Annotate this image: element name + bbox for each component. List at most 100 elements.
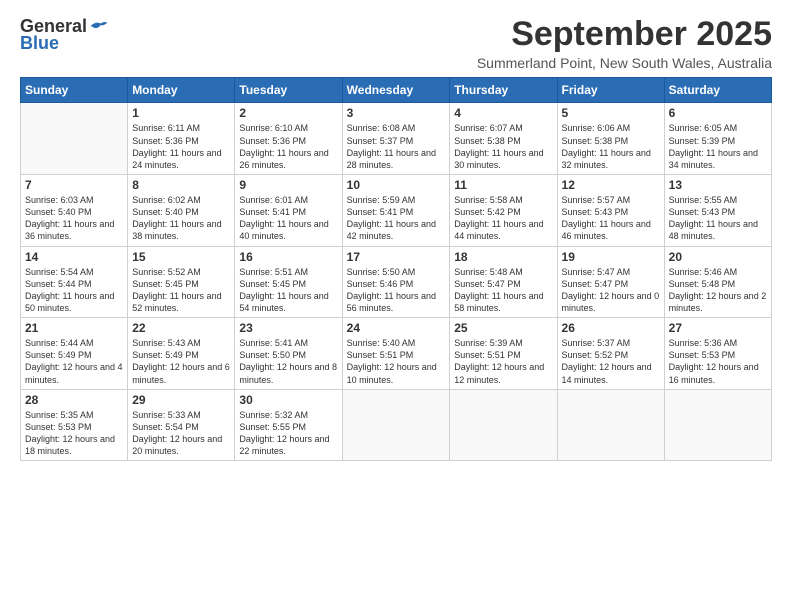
day-number: 4: [454, 106, 552, 120]
day-info-text: Sunrise: 6:11 AM Sunset: 5:36 PM Dayligh…: [132, 122, 230, 171]
day-number: 28: [25, 393, 123, 407]
day-number: 24: [347, 321, 446, 335]
day-info-text: Sunrise: 5:52 AM Sunset: 5:45 PM Dayligh…: [132, 266, 230, 315]
day-info-text: Sunrise: 5:55 AM Sunset: 5:43 PM Dayligh…: [669, 194, 767, 243]
header-friday: Friday: [557, 78, 664, 103]
day-number: 22: [132, 321, 230, 335]
day-number: 11: [454, 178, 552, 192]
header-tuesday: Tuesday: [235, 78, 342, 103]
day-info-text: Sunrise: 5:50 AM Sunset: 5:46 PM Dayligh…: [347, 266, 446, 315]
calendar-cell-0-0: [21, 103, 128, 175]
day-number: 26: [562, 321, 660, 335]
day-number: 18: [454, 250, 552, 264]
day-info-text: Sunrise: 5:59 AM Sunset: 5:41 PM Dayligh…: [347, 194, 446, 243]
day-number: 16: [239, 250, 337, 264]
calendar-cell-1-1: 8Sunrise: 6:02 AM Sunset: 5:40 PM Daylig…: [128, 174, 235, 246]
calendar-cell-4-4: [450, 389, 557, 461]
calendar-table: Sunday Monday Tuesday Wednesday Thursday…: [20, 77, 772, 461]
calendar-cell-4-5: [557, 389, 664, 461]
calendar-cell-4-2: 30 Sunrise: 5:32 AM Sunset: 5:55 PM Dayli…: [235, 389, 342, 461]
calendar-cell-0-4: 4 Sunrise: 6:07 AM Sunset: 5:38 PM Daylig…: [450, 103, 557, 175]
day-info-text: Sunrise: 5:48 AM Sunset: 5:47 PM Dayligh…: [454, 266, 552, 315]
calendar-cell-4-1: 29 Sunrise: 5:33 AM Sunset: 5:54 PM Dayli…: [128, 389, 235, 461]
day-info-text: Sunrise: 5:32 AM Sunset: 5:55 PM Dayligh…: [239, 409, 337, 458]
day-number: 20: [669, 250, 767, 264]
day-info-text: Sunrise: 5:36 AM Sunset: 5:53 PM Dayligh…: [669, 337, 767, 386]
week-row-1: 1Sunrise: 6:11 AM Sunset: 5:36 PM Daylig…: [21, 103, 772, 175]
day-info-text: Sunrise: 5:58 AM Sunset: 5:42 PM Dayligh…: [454, 194, 552, 243]
day-info-text: Sunrise: 6:01 AM Sunset: 5:41 PM Dayligh…: [239, 194, 337, 243]
calendar-cell-0-5: 5 Sunrise: 6:06 AM Sunset: 5:38 PM Daylig…: [557, 103, 664, 175]
calendar-cell-2-2: 16 Sunrise: 5:51 AM Sunset: 5:45 PM Dayli…: [235, 246, 342, 318]
calendar-cell-3-4: 25Sunrise: 5:39 AM Sunset: 5:51 PM Dayli…: [450, 318, 557, 390]
day-number: 29: [132, 393, 230, 407]
logo-blue: Blue: [20, 33, 59, 54]
day-number: 3: [347, 106, 446, 120]
header-thursday: Thursday: [450, 78, 557, 103]
week-row-5: 28 Sunrise: 5:35 AM Sunset: 5:53 PM Dayli…: [21, 389, 772, 461]
calendar-cell-0-2: 2 Sunrise: 6:10 AM Sunset: 5:36 PM Daylig…: [235, 103, 342, 175]
header-wednesday: Wednesday: [342, 78, 450, 103]
calendar-cell-1-3: 10 Sunrise: 5:59 AM Sunset: 5:41 PM Dayli…: [342, 174, 450, 246]
calendar-cell-3-0: 21Sunrise: 5:44 AM Sunset: 5:49 PM Dayli…: [21, 318, 128, 390]
day-number: 13: [669, 178, 767, 192]
weekday-header-row: Sunday Monday Tuesday Wednesday Thursday…: [21, 78, 772, 103]
calendar-cell-1-2: 9 Sunrise: 6:01 AM Sunset: 5:41 PM Daylig…: [235, 174, 342, 246]
week-row-2: 7 Sunrise: 6:03 AM Sunset: 5:40 PM Daylig…: [21, 174, 772, 246]
calendar-cell-0-6: 6 Sunrise: 6:05 AM Sunset: 5:39 PM Daylig…: [664, 103, 771, 175]
header-monday: Monday: [128, 78, 235, 103]
day-info-text: Sunrise: 6:06 AM Sunset: 5:38 PM Dayligh…: [562, 122, 660, 171]
day-info-text: Sunrise: 6:03 AM Sunset: 5:40 PM Dayligh…: [25, 194, 123, 243]
day-info-text: Sunrise: 5:43 AM Sunset: 5:49 PM Dayligh…: [132, 337, 230, 386]
week-row-3: 14 Sunrise: 5:54 AM Sunset: 5:44 PM Dayli…: [21, 246, 772, 318]
day-info-text: Sunrise: 5:40 AM Sunset: 5:51 PM Dayligh…: [347, 337, 446, 386]
calendar-cell-3-2: 23 Sunrise: 5:41 AM Sunset: 5:50 PM Dayli…: [235, 318, 342, 390]
calendar-cell-3-3: 24 Sunrise: 5:40 AM Sunset: 5:51 PM Dayli…: [342, 318, 450, 390]
calendar-cell-2-5: 19Sunrise: 5:47 AM Sunset: 5:47 PM Dayli…: [557, 246, 664, 318]
day-number: 2: [239, 106, 337, 120]
day-info-text: Sunrise: 6:08 AM Sunset: 5:37 PM Dayligh…: [347, 122, 446, 171]
day-info-text: Sunrise: 6:07 AM Sunset: 5:38 PM Dayligh…: [454, 122, 552, 171]
day-info-text: Sunrise: 5:47 AM Sunset: 5:47 PM Dayligh…: [562, 266, 660, 315]
day-number: 27: [669, 321, 767, 335]
calendar-cell-2-4: 18 Sunrise: 5:48 AM Sunset: 5:47 PM Dayli…: [450, 246, 557, 318]
day-number: 8: [132, 178, 230, 192]
calendar-cell-4-3: [342, 389, 450, 461]
calendar-cell-2-0: 14 Sunrise: 5:54 AM Sunset: 5:44 PM Dayli…: [21, 246, 128, 318]
day-info-text: Sunrise: 5:44 AM Sunset: 5:49 PM Dayligh…: [25, 337, 123, 386]
location-subtitle: Summerland Point, New South Wales, Austr…: [477, 55, 772, 71]
calendar-cell-4-6: [664, 389, 771, 461]
day-number: 15: [132, 250, 230, 264]
calendar-cell-2-1: 15 Sunrise: 5:52 AM Sunset: 5:45 PM Dayli…: [128, 246, 235, 318]
calendar-cell-2-3: 17Sunrise: 5:50 AM Sunset: 5:46 PM Dayli…: [342, 246, 450, 318]
day-info-text: Sunrise: 5:57 AM Sunset: 5:43 PM Dayligh…: [562, 194, 660, 243]
calendar-cell-3-5: 26 Sunrise: 5:37 AM Sunset: 5:52 PM Dayli…: [557, 318, 664, 390]
header-saturday: Saturday: [664, 78, 771, 103]
calendar-cell-1-5: 12Sunrise: 5:57 AM Sunset: 5:43 PM Dayli…: [557, 174, 664, 246]
calendar-cell-1-6: 13 Sunrise: 5:55 AM Sunset: 5:43 PM Dayli…: [664, 174, 771, 246]
day-info-text: Sunrise: 5:51 AM Sunset: 5:45 PM Dayligh…: [239, 266, 337, 315]
day-number: 10: [347, 178, 446, 192]
day-number: 30: [239, 393, 337, 407]
day-number: 6: [669, 106, 767, 120]
calendar-cell-3-1: 22 Sunrise: 5:43 AM Sunset: 5:49 PM Dayli…: [128, 318, 235, 390]
header-sunday: Sunday: [21, 78, 128, 103]
day-number: 7: [25, 178, 123, 192]
logo: General Blue: [20, 16, 109, 54]
day-number: 14: [25, 250, 123, 264]
day-info-text: Sunrise: 5:35 AM Sunset: 5:53 PM Dayligh…: [25, 409, 123, 458]
day-number: 23: [239, 321, 337, 335]
page: General Blue September 2025 Summerland P…: [0, 0, 792, 612]
logo-bird-icon: [89, 19, 109, 33]
calendar-cell-3-6: 27 Sunrise: 5:36 AM Sunset: 5:53 PM Dayli…: [664, 318, 771, 390]
day-info-text: Sunrise: 5:41 AM Sunset: 5:50 PM Dayligh…: [239, 337, 337, 386]
day-info-text: Sunrise: 6:05 AM Sunset: 5:39 PM Dayligh…: [669, 122, 767, 171]
day-number: 25: [454, 321, 552, 335]
day-info-text: Sunrise: 5:37 AM Sunset: 5:52 PM Dayligh…: [562, 337, 660, 386]
day-info-text: Sunrise: 5:54 AM Sunset: 5:44 PM Dayligh…: [25, 266, 123, 315]
calendar-cell-1-4: 11 Sunrise: 5:58 AM Sunset: 5:42 PM Dayli…: [450, 174, 557, 246]
day-info-text: Sunrise: 5:33 AM Sunset: 5:54 PM Dayligh…: [132, 409, 230, 458]
day-info-text: Sunrise: 6:10 AM Sunset: 5:36 PM Dayligh…: [239, 122, 337, 171]
day-number: 5: [562, 106, 660, 120]
day-number: 9: [239, 178, 337, 192]
